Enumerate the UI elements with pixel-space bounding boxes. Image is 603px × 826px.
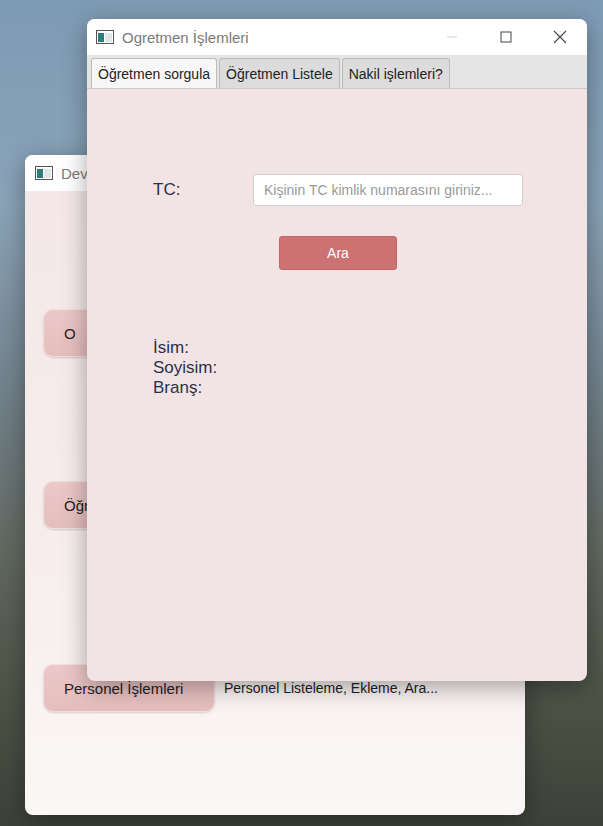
tab-bar: Öğretmen sorgulaÖğretmen ListeleNakil iş…: [87, 55, 587, 89]
app-icon: [35, 166, 53, 180]
close-icon: [553, 30, 567, 44]
search-button[interactable]: Ara: [279, 236, 397, 270]
minimize-icon: [446, 31, 458, 43]
close-button[interactable]: [533, 19, 587, 55]
maximize-icon: [500, 31, 512, 43]
field-label: Soyisim:: [153, 358, 587, 378]
tab[interactable]: Nakil işlemleri?: [342, 58, 450, 88]
maximize-button[interactable]: [479, 19, 533, 55]
minimize-button[interactable]: [425, 19, 479, 55]
teacher-window[interactable]: Ogretmen İşlemleri Öğretmen sorgulaÖğretm…: [87, 19, 587, 681]
tab[interactable]: Öğretmen Listele: [219, 58, 340, 88]
window-title: Ogretmen İşlemleri: [122, 29, 249, 46]
tc-row: TC:: [153, 174, 587, 206]
tab[interactable]: Öğretmen sorgula: [91, 58, 217, 88]
button-row: Ara: [153, 236, 587, 270]
app-icon: [96, 30, 114, 44]
field-label: Branş:: [153, 378, 587, 398]
window-controls: [425, 19, 587, 55]
tc-label: TC:: [153, 180, 253, 200]
tc-input[interactable]: [253, 174, 523, 206]
menu-description: Personel Listeleme, Ekleme, Ara...: [224, 680, 438, 696]
field-label: İsim:: [153, 338, 587, 358]
query-panel: TC: Ara İsim:Soyisim:Branş:: [87, 89, 587, 681]
title-bar: Ogretmen İşlemleri: [87, 19, 587, 55]
